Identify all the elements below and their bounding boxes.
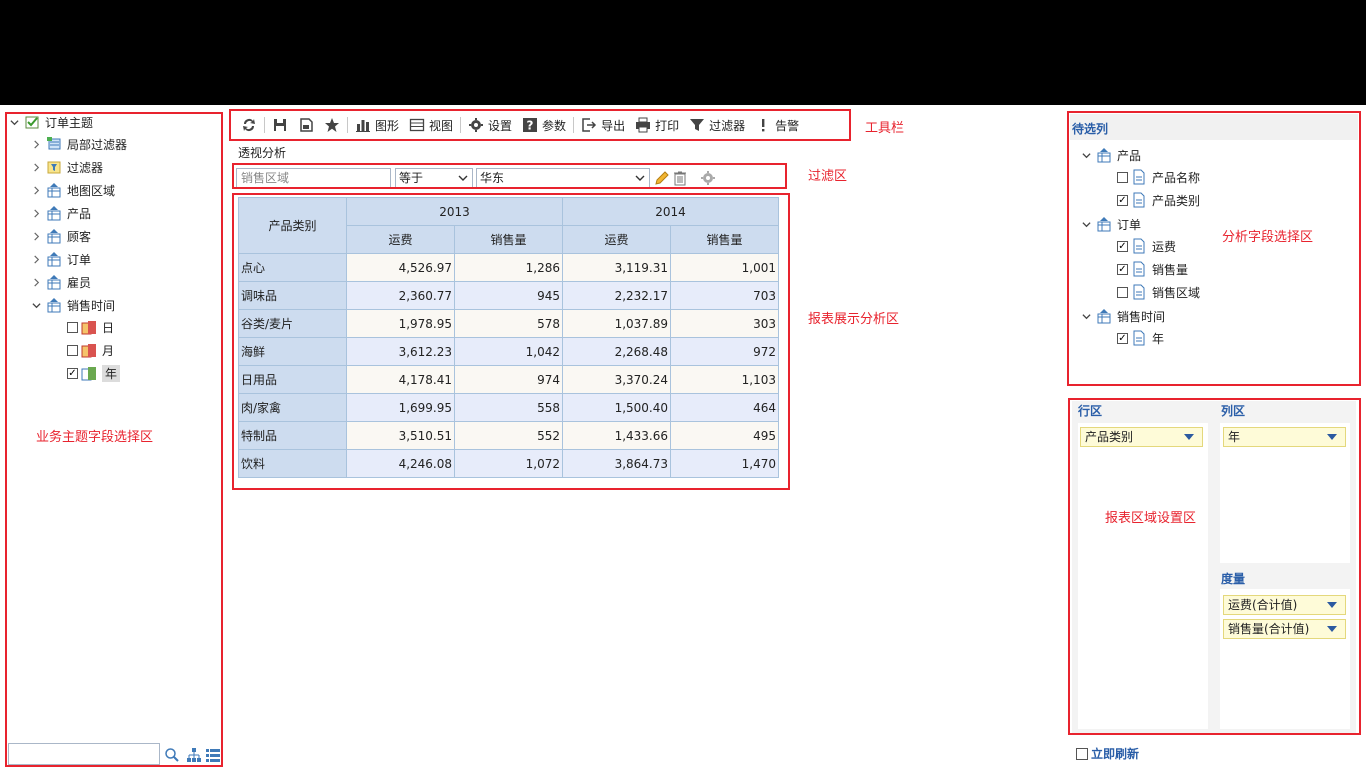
annotation-box-fields [1067,111,1361,386]
auto-refresh-checkbox[interactable] [1076,747,1088,760]
annotation-business: 业务主题字段选择区 [36,430,154,445]
auto-refresh-toggle[interactable]: 立即刷新 [1076,745,1139,762]
annotation-filter: 过滤区 [808,169,848,184]
annotation-box-toolbar [229,109,851,141]
annotation-box-settings [1068,398,1361,735]
annotation-toolbar: 工具栏 [865,121,905,136]
annotation-fields: 分析字段选择区 [1222,230,1314,245]
app-window: 订单主题 局部过滤器 过滤器 地图区域 产品 顾客 订单 雇员 销售时间 日 月… [0,105,1366,768]
annotation-report: 报表展示分析区 [808,312,900,327]
annotation-box-report [232,193,790,490]
annotation-box-filter [232,163,787,189]
annotation-settings: 报表区域设置区 [1105,511,1197,526]
auto-refresh-label: 立即刷新 [1091,747,1140,761]
view-title: 透视分析 [238,146,287,160]
